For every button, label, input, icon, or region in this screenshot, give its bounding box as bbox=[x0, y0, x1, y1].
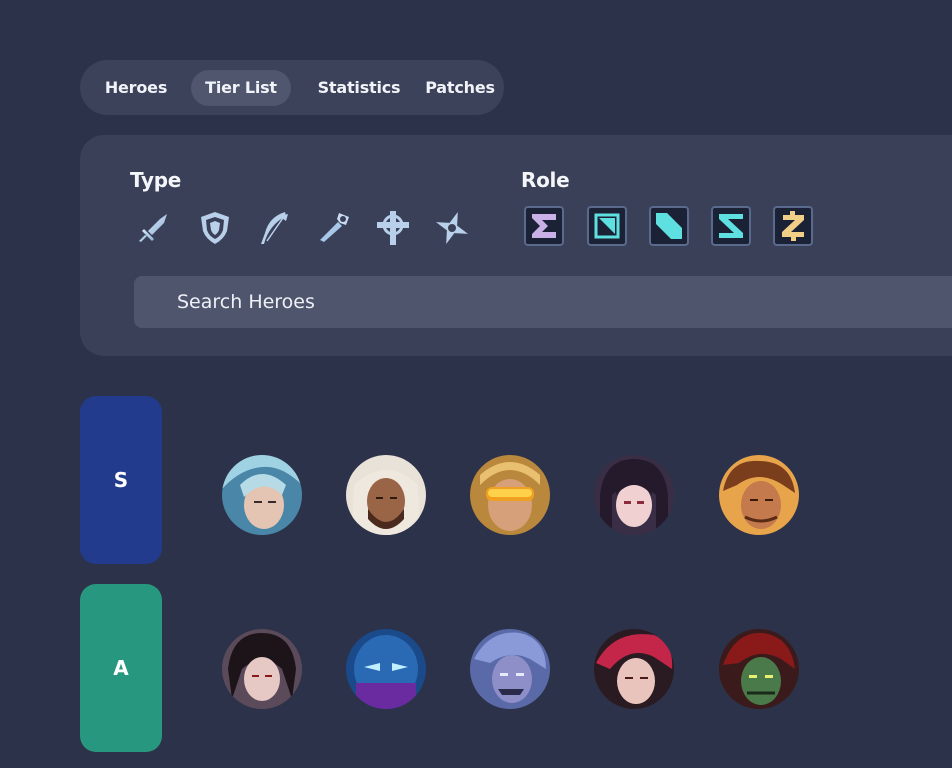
tier-label-s: S bbox=[80, 396, 162, 564]
hero-portrait[interactable] bbox=[346, 629, 426, 709]
hero-portrait[interactable] bbox=[594, 629, 674, 709]
sword-icon[interactable] bbox=[135, 209, 173, 247]
shield-icon[interactable] bbox=[196, 209, 234, 247]
role-square-icon[interactable] bbox=[587, 206, 627, 246]
staff-icon[interactable] bbox=[315, 209, 353, 247]
type-filter-title: Type bbox=[130, 168, 181, 192]
tier-label-a: A bbox=[80, 584, 162, 752]
role-z-icon[interactable] bbox=[773, 206, 813, 246]
hero-portrait[interactable] bbox=[222, 629, 302, 709]
hero-portrait[interactable] bbox=[222, 455, 302, 535]
hero-portrait[interactable] bbox=[470, 629, 550, 709]
role-slash-icon[interactable] bbox=[649, 206, 689, 246]
bow-icon[interactable] bbox=[255, 209, 293, 247]
hero-portrait[interactable] bbox=[470, 455, 550, 535]
search-heroes-input[interactable] bbox=[134, 276, 952, 328]
hero-portrait[interactable] bbox=[719, 629, 799, 709]
role-s-icon[interactable] bbox=[711, 206, 751, 246]
role-sigma-icon[interactable] bbox=[524, 206, 564, 246]
cross-icon[interactable] bbox=[374, 209, 412, 247]
filter-panel: Type Role bbox=[80, 135, 952, 356]
shuriken-icon[interactable] bbox=[433, 209, 471, 247]
hero-portrait[interactable] bbox=[346, 455, 426, 535]
tab-statistics[interactable]: Statistics bbox=[313, 70, 405, 106]
tab-tier-list[interactable]: Tier List bbox=[191, 70, 291, 106]
main-nav: Heroes Tier List Statistics Patches bbox=[80, 60, 504, 115]
tab-patches[interactable]: Patches bbox=[420, 70, 500, 106]
tab-heroes[interactable]: Heroes bbox=[88, 70, 184, 106]
role-filter-title: Role bbox=[521, 168, 570, 192]
hero-portrait[interactable] bbox=[594, 455, 674, 535]
tier-list-page: Heroes Tier List Statistics Patches Type… bbox=[0, 0, 952, 768]
hero-portrait[interactable] bbox=[719, 455, 799, 535]
